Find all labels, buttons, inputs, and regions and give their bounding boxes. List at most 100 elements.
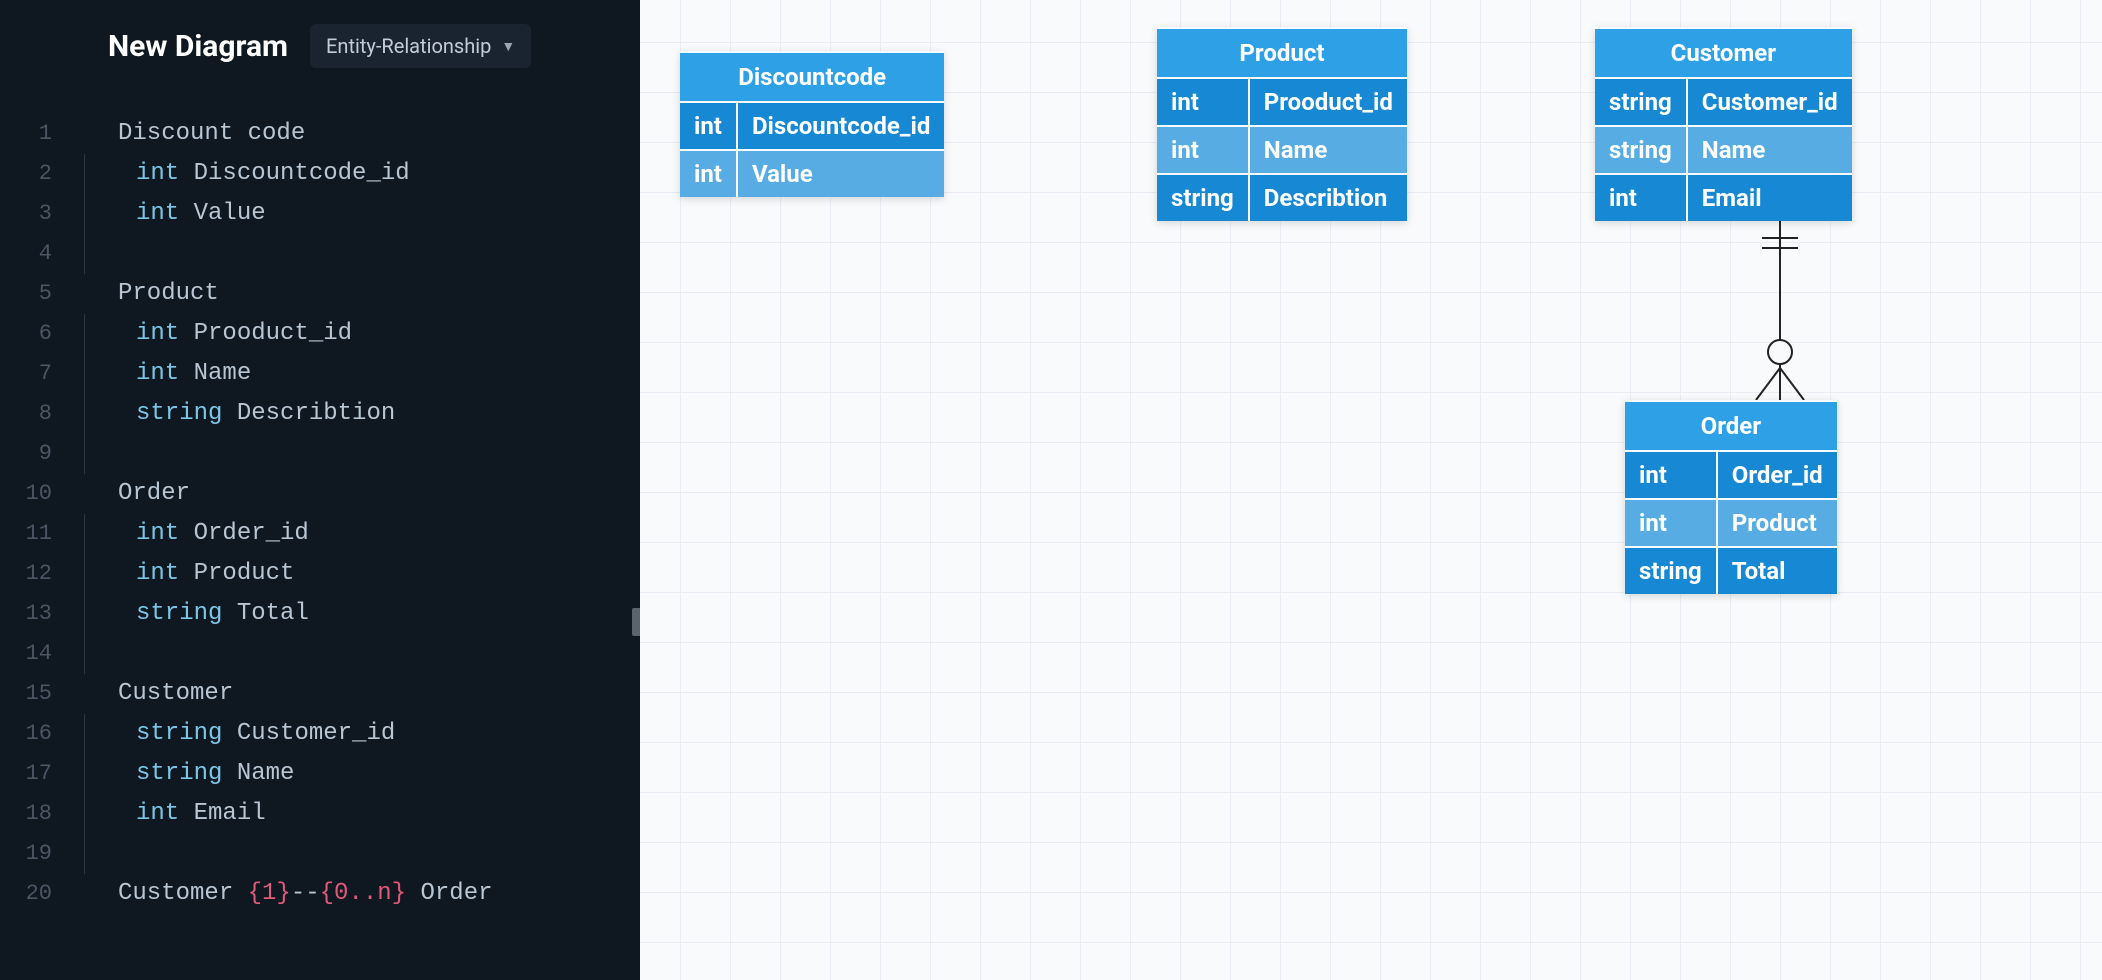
code-line[interactable]: 2 int Discountcode_id: [0, 154, 640, 194]
code-line[interactable]: 13 string Total: [0, 594, 640, 634]
code-content: string Customer_id: [122, 714, 395, 754]
entity-row: intProoduct_id: [1157, 78, 1407, 126]
entity-row: stringDescribtion: [1157, 174, 1407, 221]
diagram-type-dropdown[interactable]: Entity-Relationship ▼: [310, 24, 531, 68]
entity-title: Product: [1157, 28, 1407, 78]
line-number: 9: [0, 434, 70, 474]
field-type: string: [1595, 78, 1687, 126]
line-number: 5: [0, 274, 70, 314]
code-content: int Discountcode_id: [122, 154, 410, 194]
code-line[interactable]: 12int Product: [0, 554, 640, 594]
field-name: Discountcode_id: [737, 102, 944, 150]
entity-product[interactable]: ProductintProoduct_idintNamestringDescri…: [1157, 27, 1407, 221]
code-line[interactable]: 3 int Value: [0, 194, 640, 234]
line-number: 14: [0, 634, 70, 674]
line-number: 18: [0, 794, 70, 834]
code-line[interactable]: 9: [0, 434, 640, 474]
field-type: int: [680, 150, 737, 197]
line-number: 7: [0, 354, 70, 394]
field-name: Customer_id: [1687, 78, 1852, 126]
indent-guide: [84, 394, 122, 434]
code-line[interactable]: 10Order: [0, 474, 640, 514]
line-number: 10: [0, 474, 70, 514]
field-type: int: [1157, 78, 1249, 126]
code-line[interactable]: 15Customer: [0, 674, 640, 714]
chevron-down-icon: ▼: [501, 38, 515, 55]
code-content: Customer {1}--{0..n} Order: [70, 874, 493, 914]
line-number: 11: [0, 514, 70, 554]
code-line[interactable]: 20Customer {1}--{0..n} Order: [0, 874, 640, 914]
indent-guide: [84, 314, 122, 354]
code-line[interactable]: 7 int Name: [0, 354, 640, 394]
entity-row: stringTotal: [1625, 547, 1837, 594]
code-line[interactable]: 14: [0, 634, 640, 674]
code-line[interactable]: 4: [0, 234, 640, 274]
code-editor[interactable]: 1Discount code2 int Discountcode_id 3 int V…: [0, 86, 640, 914]
field-name: Order_id: [1717, 451, 1837, 499]
line-number: 6: [0, 314, 70, 354]
field-name: Name: [1249, 126, 1407, 174]
indent-guide: [84, 514, 122, 554]
code-line[interactable]: 19: [0, 834, 640, 874]
code-content: int Value: [122, 194, 266, 234]
code-content: Customer: [70, 674, 233, 714]
line-number: 13: [0, 594, 70, 634]
code-content: string Total: [122, 594, 309, 634]
field-type: string: [1595, 126, 1687, 174]
code-line[interactable]: 6 int Prooduct_id: [0, 314, 640, 354]
indent-guide: [84, 794, 122, 834]
code-line[interactable]: 17string Name: [0, 754, 640, 794]
line-number: 2: [0, 154, 70, 194]
indent-guide: [84, 434, 122, 474]
line-number: 15: [0, 674, 70, 714]
code-content: Product: [70, 274, 219, 314]
entity-row: stringCustomer_id: [1595, 78, 1852, 126]
diagram-title: New Diagram: [108, 29, 288, 64]
entity-customer[interactable]: CustomerstringCustomer_idstringNameintEm…: [1595, 27, 1852, 221]
line-number: 3: [0, 194, 70, 234]
indent-guide: [84, 234, 122, 274]
indent-guide: [84, 194, 122, 234]
field-name: Value: [737, 150, 944, 197]
indent-guide: [84, 154, 122, 194]
line-number: 16: [0, 714, 70, 754]
line-number: 4: [0, 234, 70, 274]
entity-row: stringName: [1595, 126, 1852, 174]
indent-guide: [84, 634, 122, 674]
entity-order[interactable]: OrderintOrder_idintProductstringTotal: [1625, 400, 1837, 594]
entity-row: intOrder_id: [1625, 451, 1837, 499]
field-name: Describtion: [1249, 174, 1407, 221]
field-type: int: [1157, 126, 1249, 174]
line-number: 17: [0, 754, 70, 794]
entity-row: intEmail: [1595, 174, 1852, 221]
field-type: int: [1595, 174, 1687, 221]
code-line[interactable]: 1Discount code: [0, 114, 640, 154]
code-content: int Name: [122, 354, 251, 394]
code-line[interactable]: 16 string Customer_id: [0, 714, 640, 754]
field-name: Email: [1687, 174, 1852, 221]
code-line[interactable]: 11int Order_id: [0, 514, 640, 554]
code-line[interactable]: 8string Describtion: [0, 394, 640, 434]
code-content: int Email: [122, 794, 266, 834]
field-type: int: [680, 102, 737, 150]
field-type: int: [1625, 451, 1717, 499]
field-name: Product: [1717, 499, 1837, 547]
field-name: Prooduct_id: [1249, 78, 1407, 126]
app-root: New Diagram Entity-Relationship ▼ 1Disco…: [0, 0, 2102, 980]
entity-title: Order: [1625, 401, 1837, 451]
indent-guide: [84, 714, 122, 754]
code-line[interactable]: 18 int Email: [0, 794, 640, 834]
code-content: string Describtion: [122, 394, 395, 434]
line-number: 1: [0, 114, 70, 154]
field-type: string: [1157, 174, 1249, 221]
entity-discountcode[interactable]: DiscountcodeintDiscountcode_idintValue: [680, 51, 944, 197]
indent-guide: [84, 754, 122, 794]
diagram-canvas[interactable]: DiscountcodeintDiscountcode_idintValue Pr…: [640, 0, 2102, 980]
indent-guide: [84, 834, 122, 874]
entity-row: intValue: [680, 150, 944, 197]
code-line[interactable]: 5Product: [0, 274, 640, 314]
code-content: Order: [70, 474, 190, 514]
code-content: int Product: [122, 554, 294, 594]
entity-row: intName: [1157, 126, 1407, 174]
code-content: int Prooduct_id: [122, 314, 352, 354]
